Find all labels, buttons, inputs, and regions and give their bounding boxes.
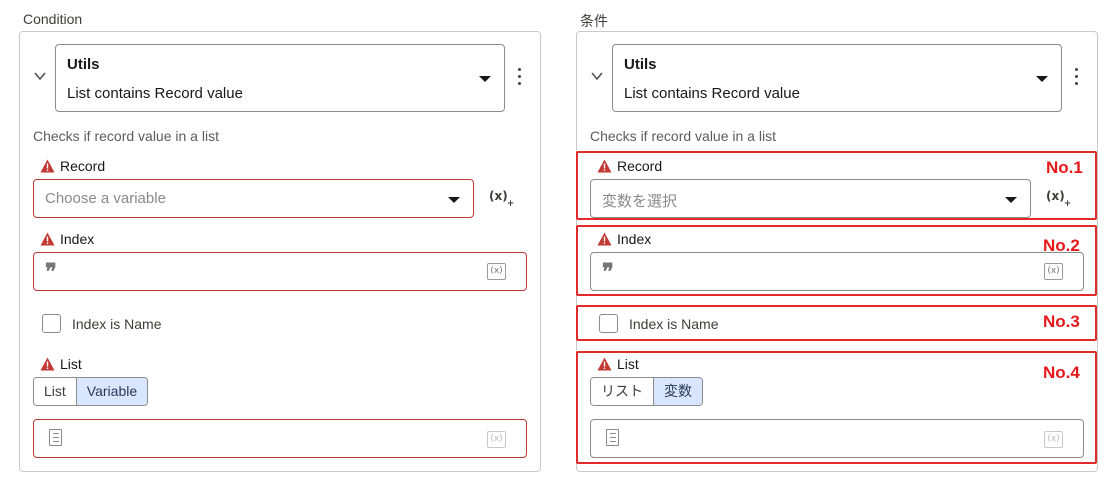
selector-title: Utils <box>67 56 100 73</box>
dropdown-caret-icon <box>1036 76 1048 82</box>
description-text: Checks if record value in a list <box>33 128 219 144</box>
annotation-box-2 <box>576 225 1097 296</box>
section-label: 条件 <box>580 13 608 29</box>
selector-subtitle: List contains Record value <box>67 85 243 102</box>
utility-selector[interactable]: Utils List contains Record value <box>55 44 505 112</box>
description-text: Checks if record value in a list <box>590 128 776 144</box>
toggle-list-option[interactable]: List <box>34 378 76 405</box>
annotation-label-2: No.2 <box>1043 236 1080 255</box>
condition-card: Utils List contains Record value Checks … <box>19 31 541 472</box>
annotation-label-3: No.3 <box>1043 312 1080 331</box>
list-source-toggle: List Variable <box>33 377 149 406</box>
selector-title: Utils <box>624 56 657 73</box>
section-label: Condition <box>23 11 83 27</box>
more-options-icon[interactable] <box>1074 68 1080 88</box>
dropdown-caret-icon <box>448 197 460 203</box>
document-list-icon <box>49 429 62 446</box>
utility-selector[interactable]: Utils List contains Record value <box>612 44 1062 112</box>
index-input[interactable]: ❞ (x) <box>33 252 527 291</box>
annotation-label-1: No.1 <box>1046 158 1083 177</box>
list-label: List <box>40 356 82 372</box>
list-variable-input[interactable]: (x) <box>33 419 527 458</box>
checkbox-label: Index is Name <box>72 315 162 332</box>
warning-icon <box>40 357 55 371</box>
insert-variable-icon[interactable]: (x)+ <box>489 189 515 209</box>
chevron-down-icon[interactable] <box>590 69 604 83</box>
selector-subtitle: List contains Record value <box>624 85 800 102</box>
condition-pane-english: Condition Utils List contains Record val… <box>0 0 541 482</box>
warning-icon <box>40 159 55 173</box>
chevron-down-icon[interactable] <box>33 69 47 83</box>
index-label: Index <box>40 231 94 247</box>
annotation-box-1 <box>576 151 1097 220</box>
annotation-box-3 <box>576 305 1097 341</box>
variable-icon[interactable]: (x) <box>487 263 506 280</box>
record-label: Record <box>40 158 105 174</box>
variable-icon[interactable]: (x) <box>487 431 506 448</box>
annotation-box-4 <box>576 351 1097 464</box>
toggle-variable-option[interactable]: Variable <box>75 378 148 405</box>
quote-icon: ❞ <box>45 259 57 285</box>
annotation-label-4: No.4 <box>1043 363 1080 382</box>
index-is-name-row: Index is Name <box>42 314 161 333</box>
record-variable-select[interactable]: Choose a variable <box>33 179 474 218</box>
record-placeholder: Choose a variable <box>45 190 166 207</box>
index-is-name-checkbox[interactable] <box>42 314 61 333</box>
warning-icon <box>40 232 55 246</box>
dropdown-caret-icon <box>479 76 491 82</box>
more-options-icon[interactable] <box>517 68 523 88</box>
